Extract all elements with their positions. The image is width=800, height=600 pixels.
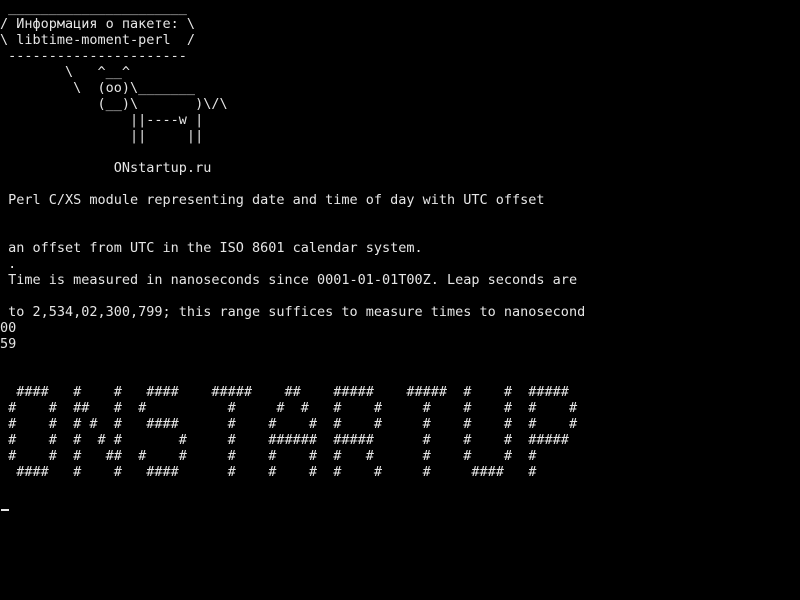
description-line: an offset from UTC in the ISO 8601 calen… xyxy=(0,240,423,256)
speech-bubble-line: \ libtime-moment-perl / xyxy=(0,32,196,48)
description-line: 00 xyxy=(0,320,17,336)
speech-bubble-top: ______________________ xyxy=(0,0,187,16)
ascii-cow-line: ||----w | xyxy=(0,112,204,128)
figlet-banner-row: # # ## # # # # # # # # # # # # xyxy=(0,400,578,416)
speech-bubble-bottom: ---------------------- xyxy=(0,48,187,64)
site-name: ONstartup.ru xyxy=(0,160,212,176)
ascii-cow-line: \ ^__^ xyxy=(0,64,131,80)
description-line: 59 xyxy=(0,336,17,352)
figlet-banner-row: #### # # #### # # # # # # #### # xyxy=(0,464,537,480)
terminal-screen[interactable]: ______________________ / Информация о па… xyxy=(0,0,800,600)
ascii-cow-line: (__)\ )\/\ xyxy=(0,96,228,112)
ascii-cow-line: || || xyxy=(0,128,204,144)
figlet-banner-row: # # # ## # # # # # # # # # # # xyxy=(0,448,537,464)
figlet-banner-row: #### # # #### ##### ## ##### ##### # # #… xyxy=(0,384,569,400)
figlet-banner-row: # # # # # # # ###### ##### # # # ##### xyxy=(0,432,569,448)
text-cursor xyxy=(1,509,9,511)
figlet-banner-row: # # # # # #### # # # # # # # # # # xyxy=(0,416,578,432)
description-line: Time is measured in nanoseconds since 00… xyxy=(0,272,578,288)
ascii-cow-line: \ (oo)\_______ xyxy=(0,80,196,96)
description-line: Perl C/XS module representing date and t… xyxy=(0,192,545,208)
description-line: to 2,534,02,300,799; this range suffices… xyxy=(0,304,586,320)
speech-bubble-line: / Информация о пакете: \ xyxy=(0,16,196,32)
description-line: . xyxy=(0,256,17,272)
